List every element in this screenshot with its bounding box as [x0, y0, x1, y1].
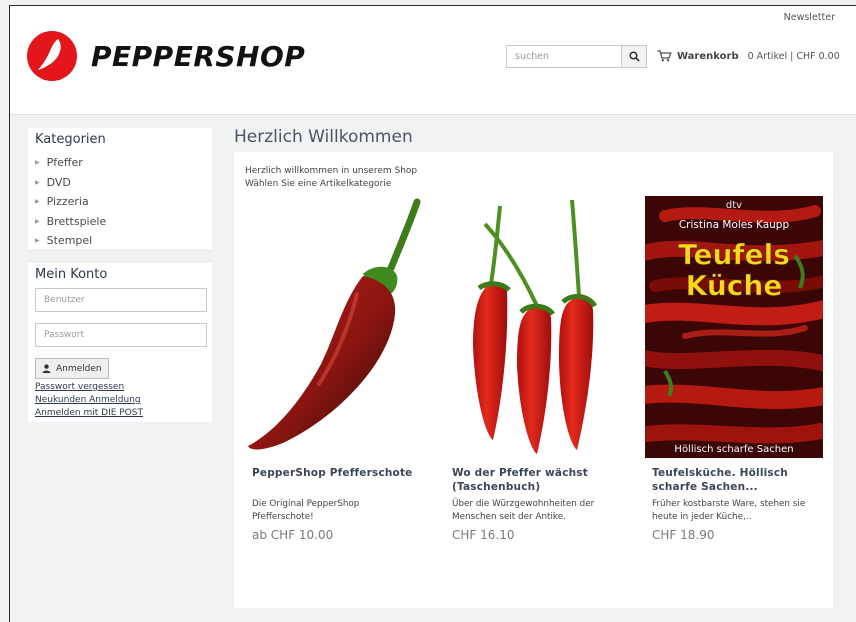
product-card[interactable]: dtv Cristina Moles Kaupp Teufels Küche H…	[645, 196, 823, 542]
product-title[interactable]: PepperShop Pfefferschote	[245, 466, 423, 480]
product-price: CHF 16.10	[452, 528, 515, 542]
three-peppers-image	[445, 196, 623, 458]
product-card[interactable]: Wo der Pfeffer wächst (Taschenbuch) Über…	[445, 196, 623, 542]
post-login-link[interactable]: Anmelden mit DIE POST	[35, 407, 205, 420]
product-price: CHF 18.90	[652, 528, 715, 542]
category-item-pizzeria[interactable]: ▶ Pizzeria	[35, 192, 205, 212]
chevron-right-icon: ▶	[35, 159, 40, 167]
product-card[interactable]: PepperShop Pfefferschote Die Original Pe…	[245, 196, 423, 542]
username-field[interactable]: Benutzer	[35, 288, 207, 312]
product-area: Herzlich willkommen in unserem Shop Wähl…	[234, 152, 833, 608]
product-description: Früher kostbarste Ware, stehen sie heute…	[652, 499, 806, 522]
newsletter-link[interactable]: Newsletter	[784, 12, 835, 23]
category-label: Pizzeria	[46, 195, 89, 209]
page-title: Herzlich Willkommen	[234, 127, 413, 147]
product-image[interactable]	[245, 196, 423, 458]
cart-summary: 0 Artikel | CHF 0.00	[747, 50, 840, 62]
cart-title: Warenkorb	[677, 50, 739, 62]
intro-line: Wählen Sie eine Artikelkategorie	[245, 178, 392, 189]
site-logo[interactable]: PEPPERSHOP	[27, 31, 305, 81]
pepper-logo-icon	[27, 31, 77, 81]
login-button[interactable]: Anmelden	[35, 358, 109, 379]
book-cover-image: dtv Cristina Moles Kaupp Teufels Küche H…	[645, 196, 823, 458]
intro-text: Herzlich willkommen in unserem Shop Wähl…	[245, 165, 417, 190]
category-item-stempel[interactable]: ▶ Stempel	[35, 231, 205, 251]
user-icon	[42, 364, 51, 373]
product-description: Über die Würzgewohnheiten der Menschen s…	[452, 499, 595, 522]
book-publisher: dtv	[726, 200, 742, 211]
password-field[interactable]: Passwort	[35, 323, 207, 347]
brand-name: PEPPERSHOP	[91, 39, 306, 73]
product-title[interactable]: Wo der Pfeffer wächst (Taschenbuch)	[445, 466, 623, 494]
category-label: Brettspiele	[46, 214, 107, 228]
chevron-right-icon: ▶	[35, 237, 40, 245]
categories-box: Kategorien ▶ Pfeffer ▶ DVD ▶ Pizzeria ▶ Bret…	[28, 128, 212, 249]
forgot-password-link[interactable]: Passwort vergessen	[35, 381, 205, 394]
search-input[interactable]	[507, 46, 621, 67]
chevron-right-icon: ▶	[35, 198, 40, 206]
login-label: Anmelden	[56, 363, 102, 374]
cart-widget[interactable]: Warenkorb 0 Artikel | CHF 0.00	[657, 50, 840, 62]
account-title: Mein Konto	[35, 267, 108, 282]
chevron-right-icon: ▶	[35, 178, 40, 186]
category-item-pfeffer[interactable]: ▶ Pfeffer	[35, 153, 205, 173]
new-customer-link[interactable]: Neukunden Anmeldung	[35, 394, 205, 407]
book-title-line2: Küche	[686, 269, 783, 302]
category-item-dvd[interactable]: ▶ DVD	[35, 173, 205, 193]
product-image[interactable]	[445, 196, 623, 458]
pepper-image	[245, 196, 423, 458]
product-title[interactable]: Teufelsküche. Höllisch scharfe Sachen...	[645, 466, 823, 494]
search-icon	[628, 51, 640, 62]
book-subtitle: Höllisch scharfe Sachen	[674, 444, 793, 455]
product-image[interactable]: dtv Cristina Moles Kaupp Teufels Küche H…	[645, 196, 823, 458]
cart-icon	[657, 50, 672, 62]
category-label: Pfeffer	[46, 156, 83, 170]
category-item-brettspiele[interactable]: ▶ Brettspiele	[35, 212, 205, 232]
browser-viewport: Newsletter PEPPERSHOP Ware	[9, 5, 856, 622]
category-label: DVD	[46, 175, 71, 189]
category-label: Stempel	[46, 234, 93, 248]
categories-list: ▶ Pfeffer ▶ DVD ▶ Pizzeria ▶ Brettspiele ▶ St…	[35, 153, 205, 251]
intro-line: Herzlich willkommen in unserem Shop	[245, 166, 418, 176]
categories-title: Kategorien	[35, 132, 106, 147]
product-price: ab CHF 10.00	[252, 528, 334, 542]
search-box	[506, 45, 647, 68]
book-title-line1: Teufels	[678, 238, 790, 271]
book-author: Cristina Moles Kaupp	[679, 219, 790, 231]
search-button[interactable]	[621, 46, 646, 67]
site-header: Newsletter PEPPERSHOP Ware	[10, 6, 856, 115]
product-description: Die Original PepperShop Pfefferschote!	[252, 499, 360, 522]
account-box: Mein Konto Benutzer Passwort Anmelden Pa…	[28, 263, 212, 422]
chevron-right-icon: ▶	[35, 217, 40, 225]
product-spacer	[245, 480, 423, 498]
